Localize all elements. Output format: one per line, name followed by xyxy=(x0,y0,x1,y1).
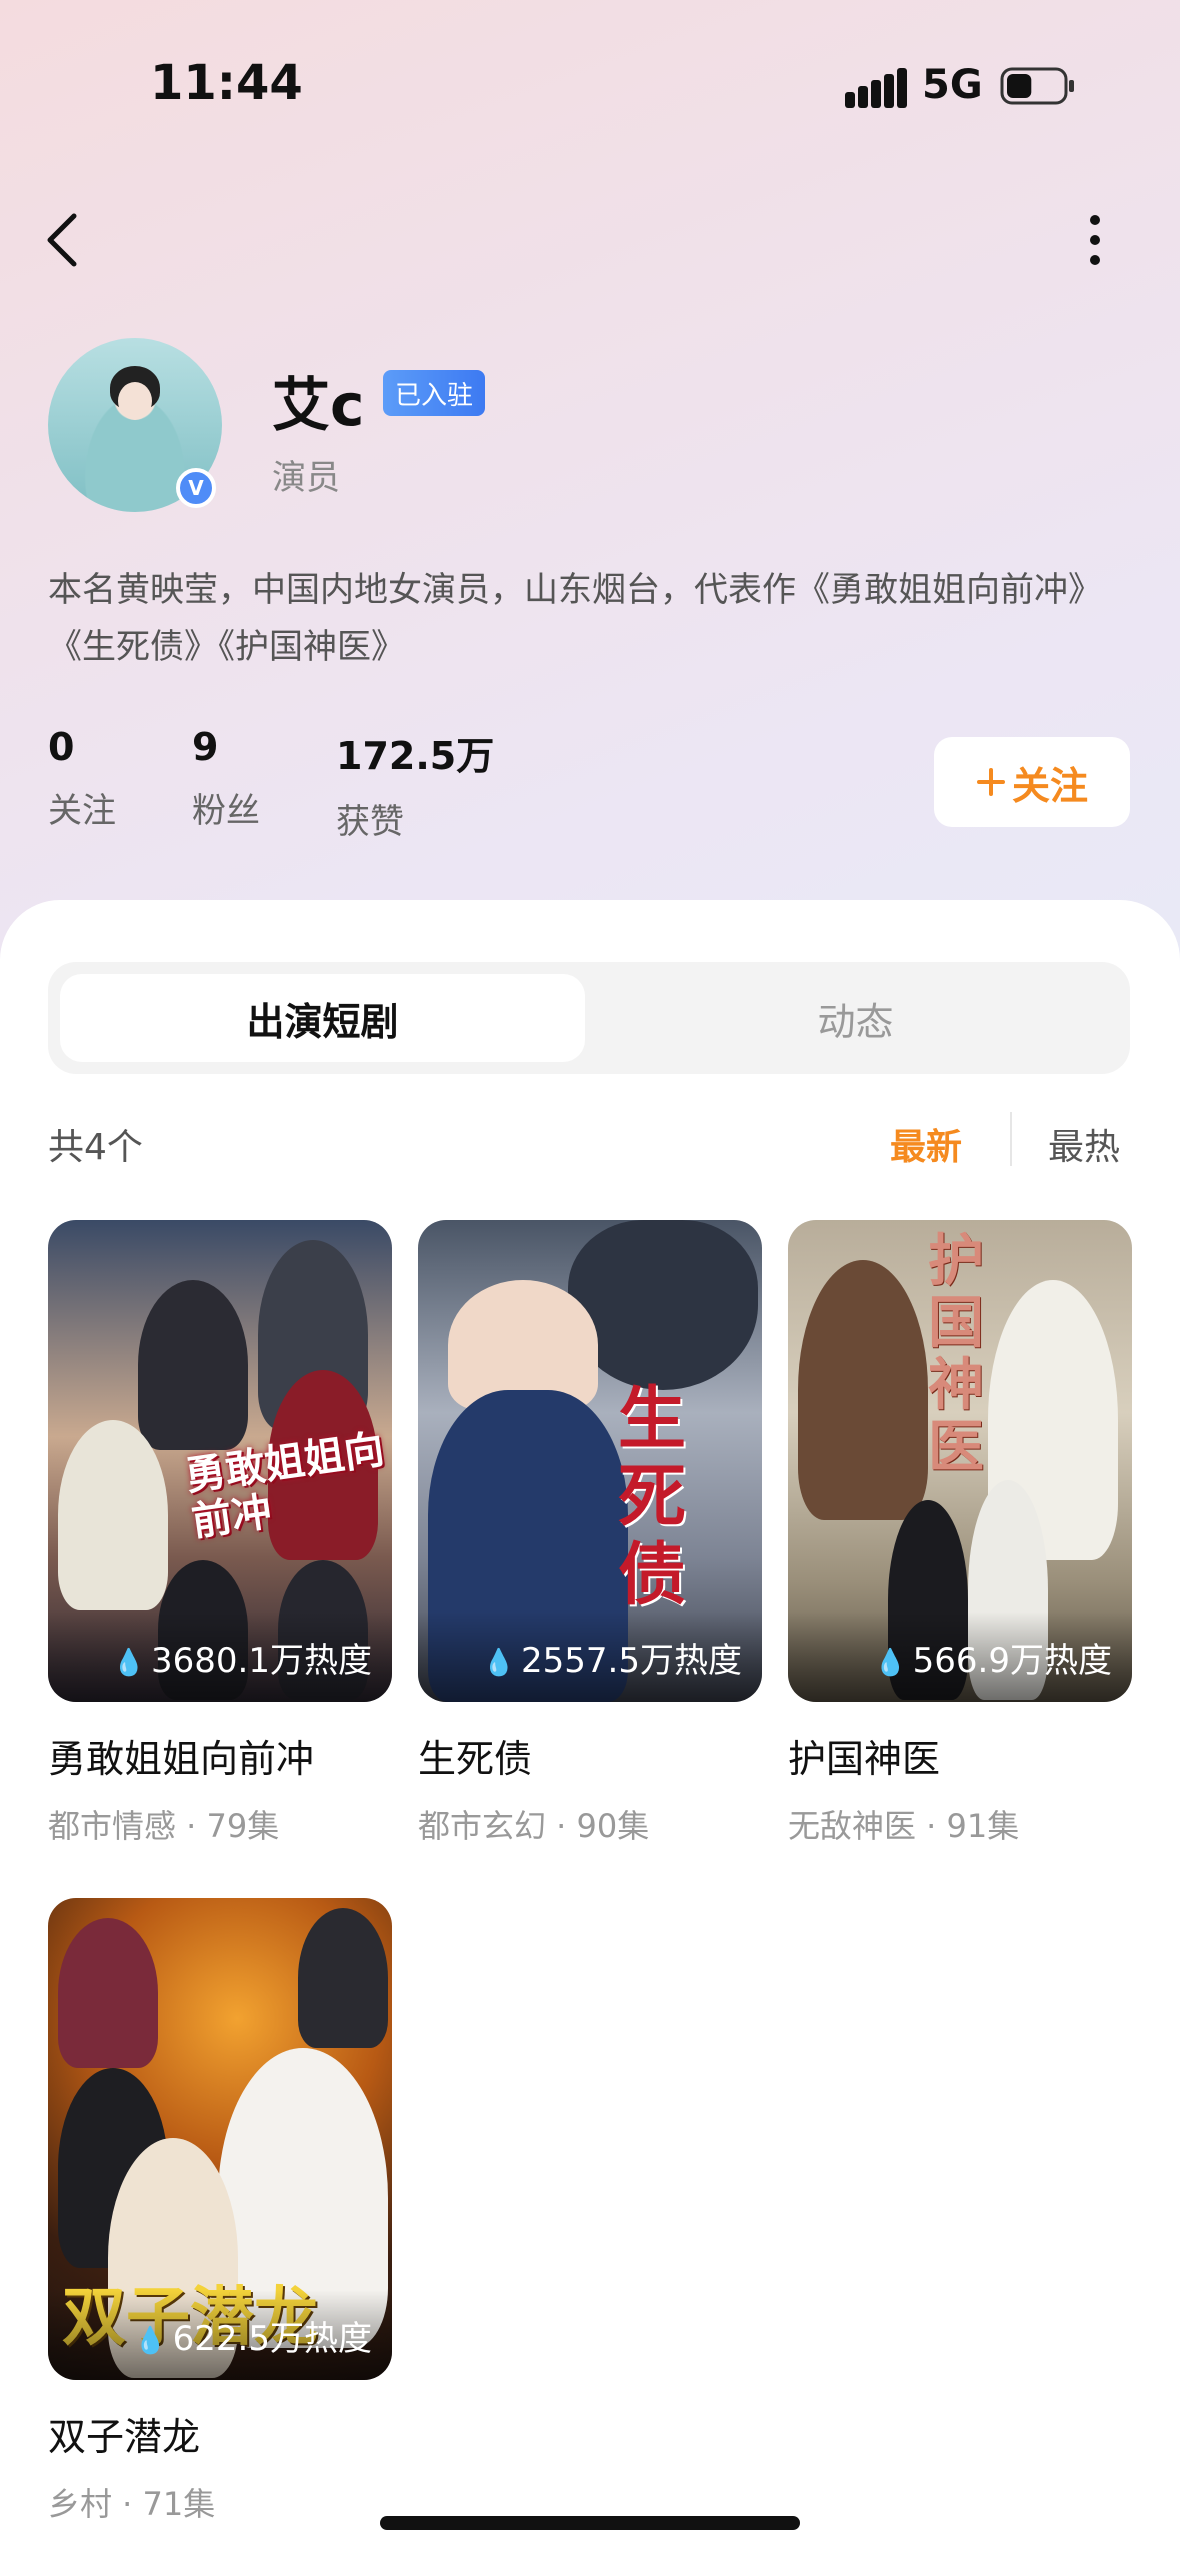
heat-overlay: 💧 3680.1万热度 xyxy=(48,1612,392,1702)
sort-hottest[interactable]: 最热 xyxy=(1048,1118,1120,1170)
heat-overlay: 💧 566.9万热度 xyxy=(788,1612,1132,1702)
poster-figure xyxy=(138,1280,248,1450)
drama-meta: 都市情感 · 79集 xyxy=(48,1807,280,1845)
heat-overlay: 💧 622.5万热度 xyxy=(48,2290,392,2380)
stat-likes-value: 172.5万 xyxy=(336,734,495,778)
tab-moments[interactable]: 动态 xyxy=(593,974,1118,1062)
stat-fans-label: 粉丝 xyxy=(192,791,260,831)
drama-meta: 乡村 · 71集 xyxy=(48,2485,216,2523)
signal-icon xyxy=(845,68,907,108)
sort-newest[interactable]: 最新 xyxy=(890,1118,962,1170)
drama-title[interactable]: 双子潜龙 xyxy=(48,2406,392,2461)
network-type: 5G xyxy=(922,62,983,108)
poster-figure xyxy=(298,1908,388,2048)
stat-fans[interactable]: 9 粉丝 xyxy=(192,725,260,832)
sort-divider xyxy=(1010,1112,1012,1166)
drama-count: 共4个 xyxy=(48,1127,143,1168)
drama-card-2[interactable]: 生死债 💧 2557.5万热度 生死债 都市玄幻 · 90集 xyxy=(418,1220,762,1847)
flame-icon: 💧 xyxy=(482,1648,516,1678)
follow-button-label: 关注 xyxy=(1011,763,1088,808)
drama-title[interactable]: 勇敢姐姐向前冲 xyxy=(48,1728,392,1783)
heat-overlay: 💧 2557.5万热度 xyxy=(418,1612,762,1702)
drama-meta: 都市玄幻 · 90集 xyxy=(418,1807,650,1845)
stat-fans-value: 9 xyxy=(192,725,219,769)
drama-title[interactable]: 生死债 xyxy=(418,1728,762,1783)
profile-role: 演员 xyxy=(272,458,340,498)
stat-likes[interactable]: 172.5万 获赞 xyxy=(336,725,494,843)
verified-icon: V xyxy=(176,468,216,508)
back-button[interactable] xyxy=(40,210,90,270)
poster-title-art: 生死债 xyxy=(618,1379,687,1615)
poster-figure xyxy=(798,1260,928,1520)
flame-icon: 💧 xyxy=(112,1648,146,1678)
avatar-face-shape xyxy=(118,382,152,420)
drama-poster[interactable]: 护国神医 💧 566.9万热度 xyxy=(788,1220,1132,1702)
drama-poster[interactable]: 勇敢姐姐向前冲 💧 3680.1万热度 xyxy=(48,1220,392,1702)
flame-icon: 💧 xyxy=(134,2326,167,2356)
home-indicator[interactable] xyxy=(380,2516,800,2530)
battery-icon xyxy=(1000,67,1074,105)
drama-card-4[interactable]: 双子潜龙 💧 622.5万热度 双子潜龙 乡村 · 71集 xyxy=(48,1898,392,2525)
status-bar: 11:44 5G xyxy=(0,0,1180,170)
stat-likes-label: 获赞 xyxy=(336,802,404,842)
stat-following-label: 关注 xyxy=(48,791,116,831)
heat-value: 2557.5万热度 xyxy=(521,1641,742,1681)
heat-value: 622.5万热度 xyxy=(172,2319,372,2359)
drama-card-3[interactable]: 护国神医 💧 566.9万热度 护国神医 无敌神医 · 91集 xyxy=(788,1220,1132,1847)
status-time: 11:44 xyxy=(150,55,303,111)
heat-value: 3680.1万热度 xyxy=(151,1641,372,1681)
drama-title[interactable]: 护国神医 xyxy=(788,1728,1132,1783)
tab-bar: 出演短剧 动态 xyxy=(48,962,1130,1074)
poster-figure xyxy=(58,1918,158,2068)
drama-poster[interactable]: 双子潜龙 💧 622.5万热度 xyxy=(48,1898,392,2380)
more-options-icon[interactable] xyxy=(1080,210,1110,270)
stat-following-value: 0 xyxy=(48,725,75,769)
drama-card-1[interactable]: 勇敢姐姐向前冲 💧 3680.1万热度 勇敢姐姐向前冲 都市情感 · 79集 xyxy=(48,1220,392,1847)
drama-meta: 无敌神医 · 91集 xyxy=(788,1807,1020,1845)
drama-poster[interactable]: 生死债 💧 2557.5万热度 xyxy=(418,1220,762,1702)
tab-dramas[interactable]: 出演短剧 xyxy=(60,974,585,1062)
plus-icon xyxy=(976,768,1005,796)
follow-button[interactable]: 关注 xyxy=(934,737,1130,827)
poster-figure xyxy=(58,1420,168,1610)
poster-title-art: 护国神医 xyxy=(928,1228,984,1480)
flame-icon: 💧 xyxy=(874,1648,907,1678)
profile-bio: 本名黄映莹，中国内地女演员，山东烟台，代表作《勇敢姐姐向前冲》《生死债》《护国神… xyxy=(48,570,1102,667)
heat-value: 566.9万热度 xyxy=(912,1641,1112,1681)
profile-name: 艾c xyxy=(272,371,365,439)
stat-following[interactable]: 0 关注 xyxy=(48,725,116,832)
settled-badge: 已入驻 xyxy=(383,370,486,416)
